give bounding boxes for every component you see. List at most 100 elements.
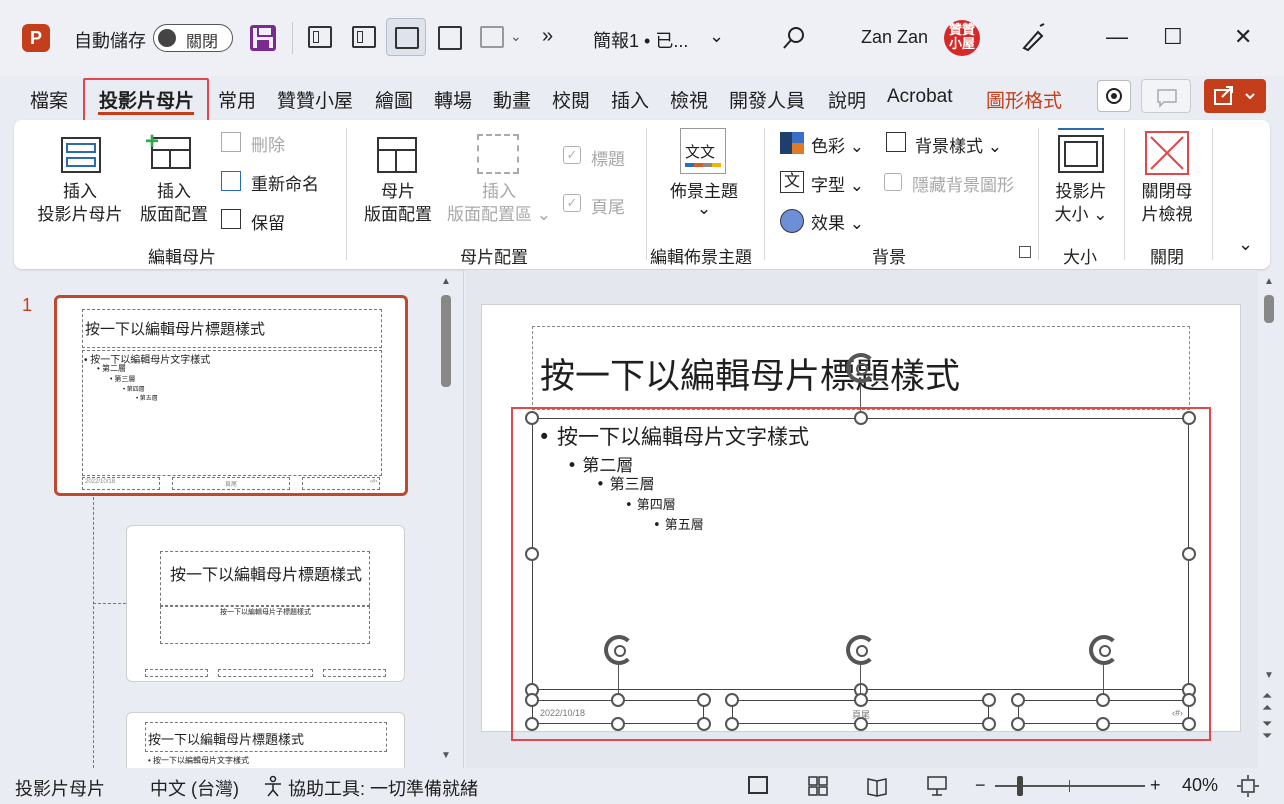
slide-size-line1: 投影片: [1055, 182, 1107, 201]
next-slide-icon[interactable]: ⏷ ⏷: [1262, 717, 1272, 742]
record-button[interactable]: [1097, 80, 1131, 112]
themes-icon-text: 文文: [685, 144, 716, 161]
slide-scrollbar-thumb[interactable]: [1264, 295, 1274, 323]
tab-file[interactable]: 檔案: [30, 86, 68, 113]
tab-acrobat[interactable]: Acrobat: [887, 86, 952, 108]
tab-animations[interactable]: 動畫: [493, 86, 531, 113]
tab-view[interactable]: 檢視: [670, 86, 708, 113]
tab-zanzan[interactable]: 贊贊小屋: [277, 86, 353, 113]
themes-button[interactable]: 佈景主題 ⌄: [664, 180, 744, 217]
colors-icon: [780, 132, 804, 154]
close-master-view-button[interactable]: 關閉母 片檢視: [1132, 180, 1202, 226]
autosave-toggle[interactable]: 關閉: [153, 24, 233, 52]
body-rotate-handle-icon[interactable]: [846, 353, 876, 383]
hide-bg-checkbox[interactable]: [884, 173, 902, 191]
status-accessibility[interactable]: 協助工具: 一切準備就緒: [288, 775, 478, 801]
zoom-slider-thumb[interactable]: [1017, 776, 1023, 796]
zoom-level[interactable]: 40%: [1182, 775, 1218, 796]
scroll-down-icon[interactable]: ▼: [441, 750, 451, 761]
avatar[interactable]: 贊贊小屋: [944, 20, 980, 56]
pane-divider[interactable]: [463, 270, 464, 768]
scroll-up-icon[interactable]: ▲: [1264, 276, 1274, 287]
title-chevron-icon[interactable]: ⌄: [709, 26, 724, 47]
search-icon[interactable]: [782, 26, 806, 50]
zoom-out-button[interactable]: −: [975, 775, 986, 796]
group-size-label: 大小: [1063, 248, 1097, 267]
layout-icon[interactable]: [480, 26, 504, 48]
slide-size-icon: [1058, 135, 1104, 173]
tab-shape-format[interactable]: 圖形格式: [986, 86, 1062, 113]
insert-placeholder-icon: [477, 134, 519, 174]
username[interactable]: Zan Zan: [861, 27, 928, 48]
presenter-icon[interactable]: [438, 26, 462, 50]
effects-icon: [780, 209, 804, 233]
normal-view-icon[interactable]: [308, 26, 332, 48]
master-layout-button[interactable]: 母片 版面配置: [356, 180, 440, 226]
close-button[interactable]: ✕: [1234, 24, 1252, 50]
close-master-line2: 片檢視: [1141, 205, 1193, 224]
insert-slide-master-line1: 插入: [63, 182, 97, 201]
thumb1-body-l3: • 第三層: [110, 376, 136, 383]
insert-placeholder-button[interactable]: 插入 版面配置區 ⌄: [440, 180, 558, 226]
qa-divider: [292, 22, 293, 54]
insert-placeholder-line1: 插入: [482, 182, 516, 201]
tab-home[interactable]: 常用: [218, 86, 256, 113]
minimize-button[interactable]: —: [1106, 24, 1128, 50]
group-edit-theme-label: 編輯佈景主題: [650, 248, 752, 267]
previous-slide-icon[interactable]: ⏶ ⏶: [1262, 689, 1272, 714]
share-icon: [1214, 86, 1255, 105]
dialog-launcher-icon[interactable]: [1019, 246, 1031, 258]
comments-button[interactable]: [1141, 79, 1191, 113]
thumb2-date-box: [145, 669, 208, 677]
thumbnail-scrollbar-thumb[interactable]: [441, 295, 451, 387]
toggle-knob: [158, 29, 176, 47]
slide-size-button[interactable]: 投影片 大小 ⌄: [1046, 180, 1116, 226]
tab-review[interactable]: 校閱: [552, 86, 590, 113]
comment-icon: [1157, 89, 1177, 108]
share-button[interactable]: [1204, 79, 1266, 113]
tab-help[interactable]: 說明: [828, 86, 866, 113]
reading-view-icon[interactable]: [866, 775, 888, 797]
tab-draw[interactable]: 繪圖: [375, 86, 413, 113]
scroll-down-icon[interactable]: ▼: [1264, 670, 1274, 681]
group-separator: [764, 128, 765, 260]
ribbon-collapse-chevron-icon[interactable]: ⌄: [1238, 234, 1253, 255]
normal-view-status-icon[interactable]: [748, 776, 768, 794]
thumb1-body-l4: • 第四層: [123, 387, 145, 393]
outline-view-icon[interactable]: [352, 26, 376, 48]
tab-transitions[interactable]: 轉場: [434, 86, 472, 113]
insert-slide-master-button[interactable]: 插入 投影片母片: [30, 180, 130, 226]
autosave-label: 自動儲存: [74, 31, 146, 51]
rename-button[interactable]: 重新命名: [251, 170, 319, 195]
fit-to-window-icon[interactable]: [1236, 774, 1260, 798]
insert-layout-button[interactable]: 插入 版面配置: [136, 180, 212, 226]
status-language[interactable]: 中文 (台灣): [150, 775, 239, 801]
document-title[interactable]: 簡報1 • 已...: [593, 27, 688, 53]
designer-icon[interactable]: [1018, 22, 1048, 52]
zoom-in-button[interactable]: +: [1150, 775, 1161, 796]
fonts-button[interactable]: 字型 ⌄: [811, 171, 864, 196]
powerpoint-logo-icon: P: [22, 24, 50, 52]
background-styles-button[interactable]: 背景樣式 ⌄: [915, 132, 1002, 157]
chevron-down-icon[interactable]: ⌄: [510, 28, 522, 45]
scroll-up-icon[interactable]: ▲: [441, 276, 451, 287]
slide-master-view-icon: [395, 27, 419, 49]
effects-button[interactable]: 效果 ⌄: [811, 209, 864, 234]
footer-checkbox[interactable]: ✓: [563, 194, 581, 212]
overflow-icon[interactable]: »: [542, 25, 553, 48]
group-master-layout-label: 母片配置: [460, 248, 528, 267]
save-icon[interactable]: [250, 25, 276, 51]
slide-sorter-icon[interactable]: [807, 775, 829, 797]
tab-developer[interactable]: 開發人員: [729, 86, 805, 113]
maximize-button[interactable]: ☐: [1163, 24, 1183, 50]
delete-button[interactable]: 刪除: [251, 131, 285, 156]
slideshow-icon[interactable]: [926, 775, 948, 797]
group-separator: [1124, 128, 1125, 260]
insert-placeholder-line2: 版面配置區 ⌄: [447, 205, 551, 224]
colors-button[interactable]: 色彩 ⌄: [811, 132, 864, 157]
preserve-button[interactable]: 保留: [251, 209, 285, 234]
title-checkbox[interactable]: ✓: [563, 146, 581, 164]
tab-insert[interactable]: 插入: [611, 86, 649, 113]
thumb1-pagenum: ‹#›: [370, 479, 378, 485]
accessibility-icon: [265, 775, 281, 797]
